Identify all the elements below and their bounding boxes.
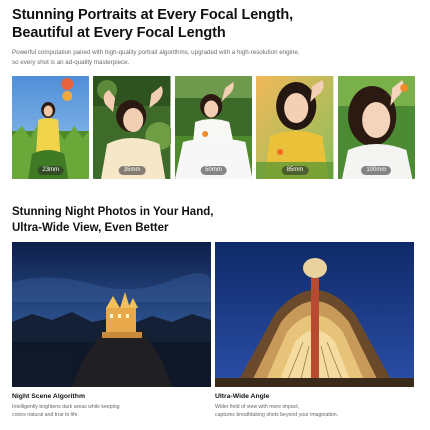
ultra-wide-photo [215, 242, 414, 387]
night-scene-text-line2: colors natural and true to life. [12, 411, 79, 418]
night-scene-photo [12, 242, 211, 387]
portrait-photo-100mm: 100mm [337, 76, 416, 179]
night-title-line1: Stunning Night Photos in Your Hand, [12, 206, 214, 218]
night-castle-image [12, 242, 211, 387]
portrait-image-23mm [12, 76, 90, 179]
portrait-image-50mm [174, 76, 253, 179]
portrait-title-line1: Stunning Portraits at Every Focal Length… [12, 7, 294, 23]
focal-length-badge: 85mm [281, 166, 309, 175]
portrait-title-line2: Beautiful at Every Focal Length [12, 25, 226, 41]
night-scene-text-line1: Intelligently brightens dark areas while… [12, 404, 120, 410]
portrait-image-35mm [93, 76, 171, 179]
portrait-description: Powerful computation paired with high-qu… [12, 48, 418, 67]
ultra-wide-building-image [215, 242, 414, 387]
focal-length-badge: 50mm [200, 166, 227, 175]
focal-length-badge: 23mm [37, 166, 65, 175]
ultra-wide-caption: Ultra-Wide Angle Wider field of view wit… [215, 392, 414, 419]
portrait-photo-85mm: 85mm [256, 76, 334, 179]
ultra-wide-text-line2: captures breathtaking shots beyond your … [215, 411, 339, 418]
ultra-wide-title: Ultra-Wide Angle [215, 393, 270, 400]
portrait-description-line2: so every shot is an ad-quality masterpie… [12, 58, 130, 66]
portrait-photo-23mm: 23mm [12, 76, 90, 179]
night-section-header: Stunning Night Photos in Your Hand, Ultr… [12, 204, 418, 236]
portrait-image-85mm [256, 76, 334, 179]
ultra-wide-text: Wider field of view with more impact, ca… [215, 404, 414, 419]
focal-length-badge: 100mm [361, 166, 392, 175]
portrait-photo-50mm: 50mm [174, 76, 253, 179]
night-scene-caption: Night Scene Algorithm Intelligently brig… [12, 392, 211, 419]
portrait-photo-35mm: 35mm [93, 76, 171, 179]
ultra-wide-text-line1: Wider field of view with more impact, [215, 404, 300, 410]
night-title-line2: Ultra-Wide View, Even Better [12, 222, 169, 234]
portrait-description-line1: Powerful computation paired with high-qu… [12, 49, 300, 56]
portrait-gallery: 23mm 35mm 50mm 85mm 100mm [12, 76, 416, 179]
night-scene-title: Night Scene Algorithm [12, 393, 86, 400]
feature-photo-row [12, 242, 415, 387]
night-scene-text: Intelligently brightens dark areas while… [12, 404, 211, 419]
focal-length-badge: 35mm [118, 166, 146, 175]
portrait-image-100mm [337, 76, 416, 179]
feature-captions: Night Scene Algorithm Intelligently brig… [12, 392, 415, 419]
portrait-section-header: Stunning Portraits at Every Focal Length… [12, 6, 418, 67]
